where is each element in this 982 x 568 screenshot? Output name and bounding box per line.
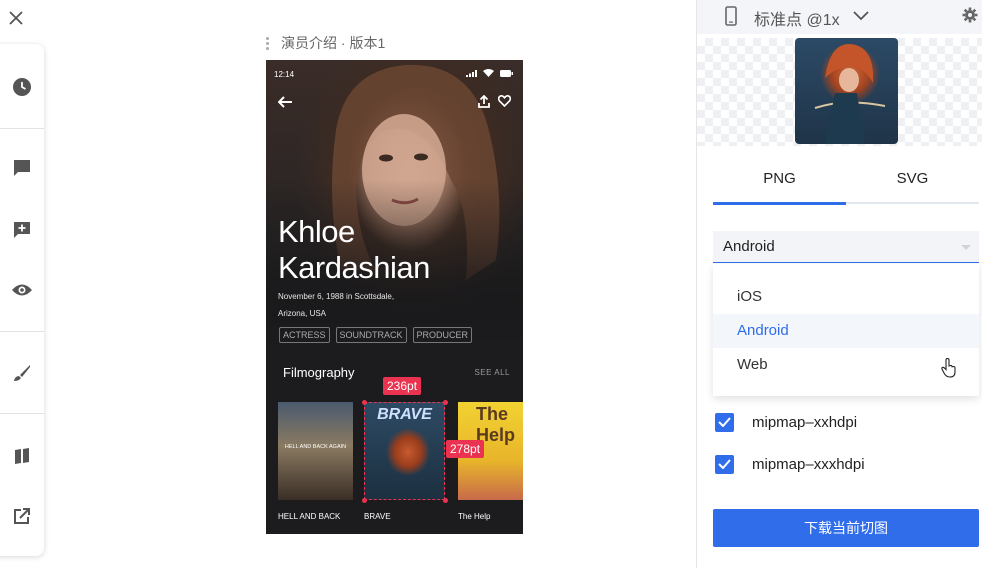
status-time: 12:14 — [274, 70, 295, 79]
option-web[interactable]: Web — [713, 348, 979, 382]
gear-icon[interactable] — [962, 7, 978, 23]
role-tags: ACTRESS SOUNDTRACK PRODUCER — [279, 327, 473, 343]
slice-preview-image — [795, 38, 898, 144]
chevron-down-icon[interactable] — [853, 11, 869, 21]
drag-handle-icon[interactable] — [266, 36, 269, 50]
share-icon[interactable] — [478, 95, 490, 108]
birth-line1: November 6, 1988 in Scottsdale, — [278, 292, 395, 301]
close-button[interactable] — [4, 6, 28, 30]
caret-down-icon — [961, 245, 971, 250]
slices-button[interactable] — [0, 436, 44, 476]
role-tag: PRODUCER — [412, 327, 473, 343]
back-arrow-icon — [277, 96, 292, 108]
toolbar-divider — [0, 128, 44, 129]
artboard-title-bar[interactable]: 演员介绍 · 版本1 — [266, 33, 385, 53]
add-comment-button[interactable] — [0, 210, 44, 250]
selection-frame — [364, 402, 445, 500]
close-icon — [9, 11, 23, 25]
panel-header: 标准点 @1x — [697, 0, 982, 34]
selection-handle[interactable] — [362, 498, 367, 503]
poster-text: HELL AND BACK AGAIN — [284, 444, 347, 450]
comment-button[interactable] — [0, 148, 44, 188]
export-button[interactable] — [0, 496, 44, 536]
export-panel: 标准点 @1x PNG SVG Android iOS Android Web — [696, 0, 982, 568]
status-icons — [466, 69, 513, 77]
phone-icon — [725, 6, 737, 26]
back-button[interactable] — [277, 95, 292, 113]
hand-cursor-icon — [941, 358, 956, 378]
left-toolbar — [0, 44, 44, 556]
clock-icon — [13, 78, 31, 96]
export-icon — [14, 508, 30, 524]
checkbox-xxhdpi[interactable] — [715, 412, 734, 432]
height-measure-label: 278pt — [446, 440, 485, 458]
selection-handle[interactable] — [362, 400, 367, 405]
filmography-title: Filmography — [283, 365, 355, 380]
width-measure-label: 236pt — [383, 377, 422, 395]
slices-icon — [15, 448, 29, 464]
poster-caption: HELL AND BACK — [278, 512, 341, 521]
platform-select-value: Android — [723, 238, 775, 255]
battery-icon — [500, 69, 513, 77]
role-tag: ACTRESS — [279, 327, 330, 343]
tab-svg[interactable]: SVG — [846, 170, 979, 187]
artboard-phone[interactable]: 12:14 Khloe Kardashian November 6, 1988 … — [266, 60, 523, 534]
signal-icon — [466, 69, 477, 77]
tab-underline-active — [713, 202, 846, 205]
preview-button[interactable] — [0, 270, 44, 310]
brush-icon — [14, 365, 30, 381]
comment-icon — [14, 160, 30, 176]
birth-line2: Arizona, USA — [278, 309, 327, 318]
platform-dropdown: iOS Android Web — [713, 264, 979, 396]
tab-png[interactable]: PNG — [713, 170, 846, 187]
actor-name-line1: Khloe — [278, 214, 355, 249]
checkbox-check-icon — [718, 459, 731, 469]
platform-select[interactable]: Android — [713, 231, 979, 263]
checkbox-row-xxhdpi[interactable]: mipmap–xxhdpi — [715, 412, 857, 432]
checkbox-check-icon — [718, 417, 731, 427]
top-actions — [478, 95, 511, 108]
option-ios[interactable]: iOS — [713, 280, 979, 314]
artboard-title: 演员介绍 · 版本1 — [281, 35, 386, 51]
option-android[interactable]: Android — [713, 314, 979, 348]
annotate-button[interactable] — [0, 353, 44, 393]
actor-name: Khloe Kardashian — [278, 214, 498, 286]
poster-hell-and-back[interactable]: HELL AND BACK AGAIN — [278, 402, 353, 500]
checkbox-xxxhdpi[interactable] — [715, 454, 734, 474]
poster-caption: The Help — [458, 512, 491, 521]
checkbox-row-xxxhdpi[interactable]: mipmap–xxxhdpi — [715, 454, 865, 474]
actor-birth-info: November 6, 1988 in Scottsdale, Arizona,… — [278, 288, 438, 322]
see-all-link[interactable]: SEE ALL — [474, 368, 510, 377]
role-tag: SOUNDTRACK — [335, 327, 407, 343]
selection-handle[interactable] — [443, 400, 448, 405]
preview-illustration — [814, 43, 886, 144]
add-comment-icon — [14, 222, 30, 238]
poster-caption: BRAVE — [364, 512, 391, 521]
actor-name-line2: Kardashian — [278, 250, 430, 285]
heart-icon[interactable] — [498, 95, 511, 107]
checkbox-label: mipmap–xxhdpi — [752, 413, 858, 431]
toolbar-divider — [0, 413, 44, 414]
download-slices-button[interactable]: 下载当前切图 — [713, 509, 979, 547]
selection-handle[interactable] — [443, 498, 448, 503]
eye-icon — [12, 284, 32, 296]
device-scale-select[interactable]: 标准点 @1x — [754, 6, 840, 30]
checkbox-label: mipmap–xxxhdpi — [752, 455, 865, 473]
history-button[interactable] — [0, 67, 44, 107]
toolbar-divider — [0, 331, 44, 332]
wifi-icon — [483, 69, 494, 77]
